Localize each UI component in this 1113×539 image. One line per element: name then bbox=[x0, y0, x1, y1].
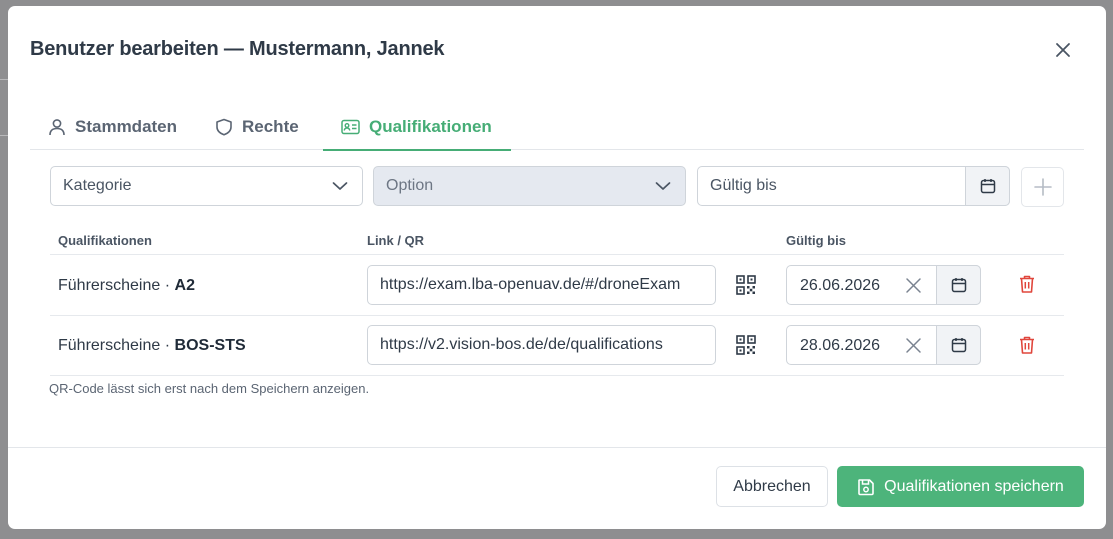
table-divider bbox=[50, 315, 1064, 316]
calendar-button[interactable] bbox=[965, 166, 1010, 206]
trash-icon bbox=[1020, 275, 1034, 293]
date-value: 28.06.2026 bbox=[800, 337, 881, 354]
clear-icon[interactable] bbox=[905, 277, 922, 294]
qr-code-icon bbox=[736, 275, 756, 295]
qualification-category: Führerscheine bbox=[58, 337, 161, 354]
id-card-icon bbox=[341, 119, 360, 135]
close-icon bbox=[1056, 43, 1070, 57]
cancel-button[interactable]: Abbrechen bbox=[716, 466, 828, 507]
qr-button[interactable] bbox=[734, 333, 758, 357]
tab-stammdaten[interactable]: Stammdaten bbox=[48, 104, 177, 150]
table-divider bbox=[50, 375, 1064, 376]
calendar-icon bbox=[951, 278, 966, 293]
valid-until-placeholder: Gültig bis bbox=[710, 177, 777, 194]
column-header-link: Link / QR bbox=[367, 233, 425, 248]
date-value: 26.06.2026 bbox=[800, 277, 881, 294]
delete-button[interactable] bbox=[1015, 272, 1039, 296]
qualification-label: Führerscheine · BOS-STS bbox=[58, 337, 246, 355]
link-input[interactable] bbox=[367, 325, 716, 365]
column-header-valid-until: Gültig bis bbox=[786, 233, 846, 248]
dialog-title: Benutzer bearbeiten — Mustermann, Jannek bbox=[30, 38, 445, 60]
calendar-button[interactable] bbox=[936, 265, 981, 305]
tab-rechte[interactable]: Rechte bbox=[215, 104, 299, 150]
qr-button[interactable] bbox=[734, 273, 758, 297]
calendar-icon bbox=[980, 179, 995, 194]
save-button-label: Qualifikationen speichern bbox=[884, 477, 1064, 495]
qualification-category: Führerscheine bbox=[58, 277, 161, 294]
tab-label: Rechte bbox=[242, 117, 299, 136]
save-icon bbox=[858, 478, 874, 495]
trash-icon bbox=[1020, 336, 1034, 354]
valid-until-date-field[interactable]: 28.06.2026 bbox=[786, 325, 981, 365]
backdrop-divider bbox=[0, 79, 8, 80]
calendar-icon bbox=[951, 338, 966, 353]
tab-label: Qualifikationen bbox=[369, 117, 492, 136]
option-placeholder: Option bbox=[386, 177, 434, 194]
calendar-button[interactable] bbox=[936, 325, 981, 365]
plus-icon bbox=[1033, 178, 1052, 196]
qr-hint-text: QR-Code lässt sich erst nach dem Speiche… bbox=[49, 381, 370, 396]
footer-divider bbox=[8, 447, 1106, 448]
category-select[interactable]: Kategorie bbox=[50, 166, 363, 206]
tab-label: Stammdaten bbox=[75, 117, 178, 136]
tab-bar: Stammdaten Rechte Qualifikationen bbox=[30, 104, 1084, 151]
qualification-label: Führerscheine · A2 bbox=[58, 277, 195, 295]
category-placeholder: Kategorie bbox=[63, 177, 132, 194]
shield-icon bbox=[216, 118, 232, 136]
save-qualifications-button[interactable]: Qualifikationen speichern bbox=[837, 466, 1084, 507]
qr-code-icon bbox=[736, 335, 756, 355]
option-select: Option bbox=[373, 166, 686, 206]
edit-user-dialog: Benutzer bearbeiten — Mustermann, Jannek… bbox=[8, 6, 1106, 529]
delete-button[interactable] bbox=[1015, 333, 1039, 357]
add-qualification-button[interactable] bbox=[1021, 167, 1064, 207]
tab-qualifikationen[interactable]: Qualifikationen bbox=[323, 104, 511, 151]
table-divider bbox=[50, 254, 1064, 255]
backdrop-divider bbox=[0, 135, 8, 136]
chevron-down-icon bbox=[655, 182, 671, 190]
clear-icon[interactable] bbox=[905, 337, 922, 354]
qualification-name: A2 bbox=[174, 277, 195, 294]
separator: · bbox=[164, 277, 171, 294]
column-header-qualifications: Qualifikationen bbox=[58, 233, 152, 248]
valid-until-input[interactable]: Gültig bis bbox=[697, 166, 1010, 206]
valid-until-date-field[interactable]: 26.06.2026 bbox=[786, 265, 981, 305]
close-button[interactable] bbox=[1053, 40, 1073, 60]
chevron-down-icon bbox=[332, 182, 348, 190]
user-icon bbox=[49, 119, 65, 136]
link-input[interactable] bbox=[367, 265, 716, 305]
qualification-name: BOS-STS bbox=[174, 337, 246, 354]
separator: · bbox=[164, 337, 171, 354]
